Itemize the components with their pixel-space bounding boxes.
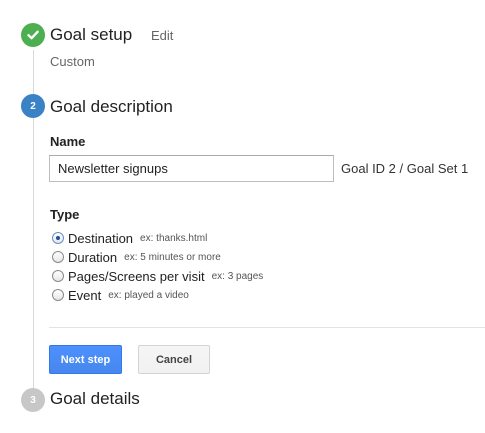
goal-type-option-destination[interactable]: Destination ex: thanks.html (52, 230, 207, 246)
step-number-badge: 3 (21, 388, 45, 412)
radio-button[interactable] (52, 289, 64, 301)
name-field-label: Name (50, 134, 86, 149)
radio-button[interactable] (52, 232, 64, 244)
next-step-button[interactable]: Next step (49, 345, 122, 374)
step-number-badge: 2 (21, 94, 45, 118)
goal-type-option-pages-per-visit[interactable]: Pages/Screens per visit ex: 3 pages (52, 268, 263, 284)
check-icon (27, 30, 39, 40)
goal-type-label: Pages/Screens per visit (68, 268, 205, 284)
goal-type-example: ex: played a video (108, 289, 189, 301)
goal-id-text: Goal ID 2 / Goal Set 1 (341, 161, 469, 176)
goal-type-option-event[interactable]: Event ex: played a video (52, 287, 189, 303)
edit-goal-setup-link[interactable]: Edit (151, 28, 173, 43)
goal-type-label: Event (68, 287, 102, 303)
step-complete-indicator (21, 23, 45, 47)
goal-name-input[interactable] (49, 155, 334, 182)
cancel-button[interactable]: Cancel (138, 345, 210, 374)
goal-type-example: ex: thanks.html (140, 232, 208, 244)
step-title-goal-description: Goal description (50, 97, 173, 116)
radio-button[interactable] (52, 270, 64, 282)
radio-button[interactable] (52, 251, 64, 263)
goal-type-label: Duration (68, 249, 118, 265)
goal-type-example: ex: 3 pages (211, 270, 264, 282)
goal-type-example: ex: 5 minutes or more (124, 251, 221, 263)
goal-setup-summary: Custom (50, 54, 95, 69)
goal-type-label: Destination (68, 230, 134, 246)
step-title-goal-setup: Goal setup (50, 25, 133, 44)
type-field-label: Type (50, 207, 80, 222)
step-title-goal-details: Goal details (50, 389, 140, 408)
section-divider (49, 327, 485, 328)
goal-type-option-duration[interactable]: Duration ex: 5 minutes or more (52, 249, 221, 265)
